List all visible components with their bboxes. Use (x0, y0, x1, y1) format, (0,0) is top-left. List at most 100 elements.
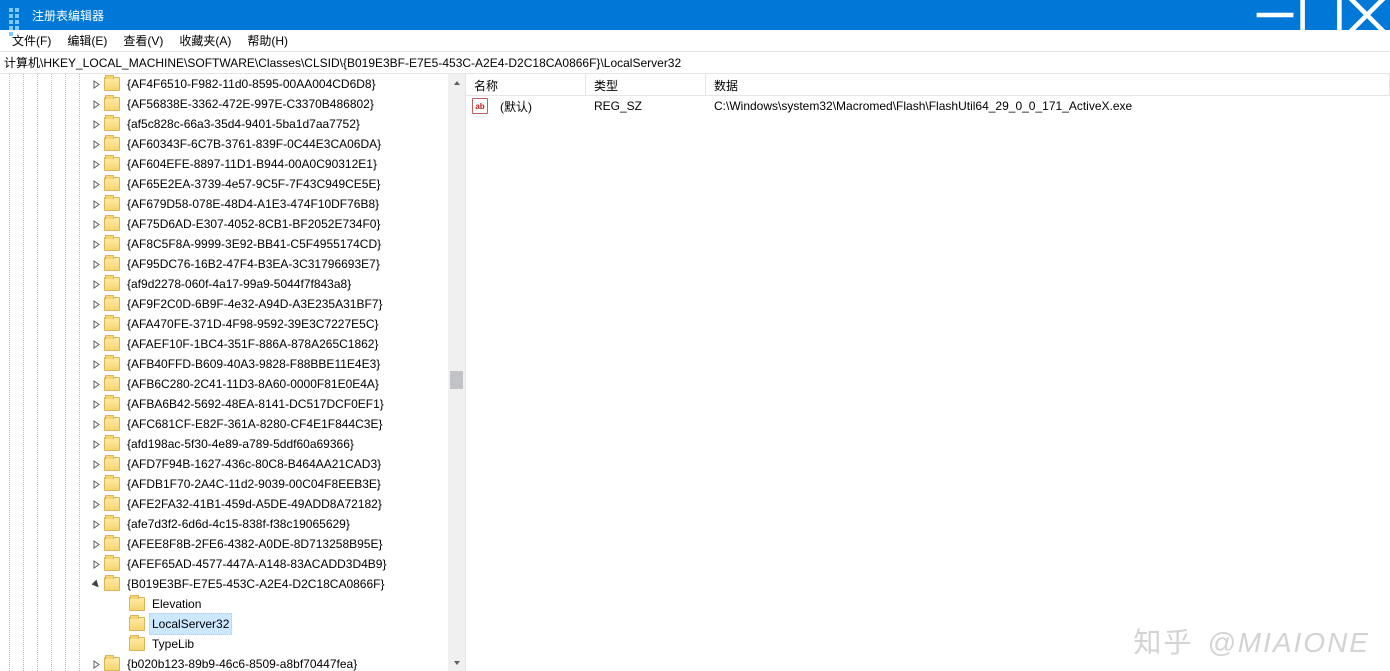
expand-icon[interactable] (90, 238, 102, 250)
menu-favorites[interactable]: 收藏夹(A) (171, 30, 239, 51)
main-area: {AF4F6510-F982-11d0-8595-00AA004CD6D8}{A… (0, 74, 1390, 671)
tree-item[interactable]: {AF75D6AD-E307-4052-8CB1-BF2052E734F0} (0, 214, 465, 234)
address-bar[interactable]: 计算机\HKEY_LOCAL_MACHINE\SOFTWARE\Classes\… (0, 52, 1390, 74)
folder-icon (104, 117, 120, 131)
expand-icon[interactable] (90, 378, 102, 390)
col-header-data[interactable]: 数据 (706, 74, 1390, 95)
folder-icon (104, 337, 120, 351)
expand-icon[interactable] (90, 78, 102, 90)
tree-item[interactable]: {AF56838E-3362-472E-997E-C3370B486802} (0, 94, 465, 114)
expand-icon[interactable] (90, 558, 102, 570)
tree-item-label: LocalServer32 (149, 613, 232, 635)
tree-item[interactable]: LocalServer32 (0, 614, 465, 634)
expand-icon[interactable] (90, 218, 102, 230)
expand-icon[interactable] (90, 118, 102, 130)
expand-icon[interactable] (90, 658, 102, 670)
tree-item[interactable]: {AF9F2C0D-6B9F-4e32-A94D-A3E235A31BF7} (0, 294, 465, 314)
watermark: 知乎@MIAIONE (1133, 621, 1370, 661)
list-body: ab(默认)REG_SZC:\Windows\system32\Macromed… (466, 96, 1390, 116)
tree-item-label: {af5c828c-66a3-35d4-9401-5ba1d7aa7752} (124, 114, 363, 134)
tree-item[interactable]: {AFEF65AD-4577-447A-A148-83ACADD3D4B9} (0, 554, 465, 574)
expand-icon[interactable] (90, 518, 102, 530)
expand-icon[interactable] (90, 458, 102, 470)
tree-item-label: {AF9F2C0D-6B9F-4e32-A94D-A3E235A31BF7} (124, 294, 385, 314)
menu-edit[interactable]: 编辑(E) (59, 30, 115, 51)
tree-item[interactable]: {AF604EFE-8897-11D1-B944-00A0C90312E1} (0, 154, 465, 174)
tree-item[interactable]: {AFB6C280-2C41-11D3-8A60-0000F81E0E4A} (0, 374, 465, 394)
maximize-button[interactable] (1298, 0, 1344, 30)
close-button[interactable] (1344, 0, 1390, 30)
tree-item[interactable]: {AFB40FFD-B609-40A3-9828-F88BBE11E4E3} (0, 354, 465, 374)
expand-icon[interactable] (90, 278, 102, 290)
tree-item[interactable]: {AFBA6B42-5692-48EA-8141-DC517DCF0EF1} (0, 394, 465, 414)
menu-help[interactable]: 帮助(H) (239, 30, 296, 51)
expand-icon[interactable] (90, 438, 102, 450)
expand-icon[interactable] (90, 318, 102, 330)
value-type: REG_SZ (586, 99, 706, 113)
expand-icon[interactable] (90, 178, 102, 190)
tree-item[interactable]: {afd198ac-5f30-4e89-a789-5ddf60a69366} (0, 434, 465, 454)
folder-icon (104, 217, 120, 231)
expand-icon[interactable] (90, 98, 102, 110)
tree-item[interactable]: Elevation (0, 594, 465, 614)
tree-item[interactable]: {AF4F6510-F982-11d0-8595-00AA004CD6D8} (0, 74, 465, 94)
tree-item[interactable]: {AF679D58-078E-48D4-A1E3-474F10DF76B8} (0, 194, 465, 214)
tree-item[interactable]: {AF8C5F8A-9999-3E92-BB41-C5F4955174CD} (0, 234, 465, 254)
list-row[interactable]: ab(默认)REG_SZC:\Windows\system32\Macromed… (466, 96, 1390, 116)
tree-item[interactable]: {AF60343F-6C7B-3761-839F-0C44E3CA06DA} (0, 134, 465, 154)
tree-item[interactable]: {AFE2FA32-41B1-459d-A5DE-49ADD8A72182} (0, 494, 465, 514)
tree-item[interactable]: {AFA470FE-371D-4F98-9592-39E3C7227E5C} (0, 314, 465, 334)
tree-item-label: Elevation (149, 594, 204, 614)
tree-item[interactable]: TypeLib (0, 634, 465, 654)
folder-icon (104, 137, 120, 151)
folder-icon (129, 597, 145, 611)
tree-pane[interactable]: {AF4F6510-F982-11d0-8595-00AA004CD6D8}{A… (0, 74, 466, 671)
tree-item[interactable]: {af5c828c-66a3-35d4-9401-5ba1d7aa7752} (0, 114, 465, 134)
tree-item[interactable]: {afe7d3f2-6d6d-4c15-838f-f38c19065629} (0, 514, 465, 534)
folder-icon (104, 357, 120, 371)
minimize-button[interactable] (1252, 0, 1298, 30)
folder-icon (104, 77, 120, 91)
value-name: (默认) (492, 98, 586, 115)
expand-icon[interactable] (90, 298, 102, 310)
menu-file[interactable]: 文件(F) (4, 30, 59, 51)
tree-item[interactable]: {B019E3BF-E7E5-453C-A2E4-D2C18CA0866F} (0, 574, 465, 594)
list-pane[interactable]: 名称 类型 数据 ab(默认)REG_SZC:\Windows\system32… (466, 74, 1390, 671)
tree-item-label: {B019E3BF-E7E5-453C-A2E4-D2C18CA0866F} (124, 574, 387, 594)
tree-item[interactable]: {AFEE8F8B-2FE6-4382-A0DE-8D713258B95E} (0, 534, 465, 554)
scroll-up-button[interactable] (448, 74, 465, 91)
expand-icon[interactable] (90, 478, 102, 490)
expand-icon[interactable] (90, 398, 102, 410)
folder-icon (104, 497, 120, 511)
expand-icon[interactable] (90, 198, 102, 210)
expand-icon[interactable] (90, 138, 102, 150)
tree-item[interactable]: {af9d2278-060f-4a17-99a9-5044f7f843a8} (0, 274, 465, 294)
expand-icon[interactable] (90, 538, 102, 550)
tree-item[interactable]: {AF65E2EA-3739-4e57-9C5F-7F43C949CE5E} (0, 174, 465, 194)
app-icon (8, 7, 24, 23)
tree-item[interactable]: {b020b123-89b9-46c6-8509-a8bf70447fea} (0, 654, 465, 671)
col-header-name[interactable]: 名称 (466, 74, 586, 95)
tree-scrollbar[interactable] (448, 74, 465, 671)
expand-icon[interactable] (90, 158, 102, 170)
tree-item[interactable]: {AF95DC76-16B2-47F4-B3EA-3C31796693E7} (0, 254, 465, 274)
expand-icon[interactable] (90, 338, 102, 350)
expand-icon[interactable] (90, 418, 102, 430)
folder-icon (104, 177, 120, 191)
tree-item-label: {AF604EFE-8897-11D1-B944-00A0C90312E1} (124, 154, 380, 174)
scroll-thumb[interactable] (450, 371, 463, 389)
scroll-down-button[interactable] (448, 654, 465, 671)
registry-tree[interactable]: {AF4F6510-F982-11d0-8595-00AA004CD6D8}{A… (0, 74, 465, 671)
menu-view[interactable]: 查看(V) (115, 30, 171, 51)
tree-item[interactable]: {AFC681CF-E82F-361A-8280-CF4E1F844C3E} (0, 414, 465, 434)
tree-item[interactable]: {AFD7F94B-1627-436c-80C8-B464AA21CAD3} (0, 454, 465, 474)
expand-icon[interactable] (90, 258, 102, 270)
tree-item-label: {AF75D6AD-E307-4052-8CB1-BF2052E734F0} (124, 214, 384, 234)
tree-item[interactable]: {AFDB1F70-2A4C-11d2-9039-00C04F8EEB3E} (0, 474, 465, 494)
tree-item[interactable]: {AFAEF10F-1BC4-351F-886A-878A265C1862} (0, 334, 465, 354)
expand-icon[interactable] (90, 358, 102, 370)
tree-item-label: {AF8C5F8A-9999-3E92-BB41-C5F4955174CD} (124, 234, 384, 254)
col-header-type[interactable]: 类型 (586, 74, 706, 95)
expand-icon[interactable] (90, 498, 102, 510)
expand-icon[interactable] (90, 578, 102, 590)
